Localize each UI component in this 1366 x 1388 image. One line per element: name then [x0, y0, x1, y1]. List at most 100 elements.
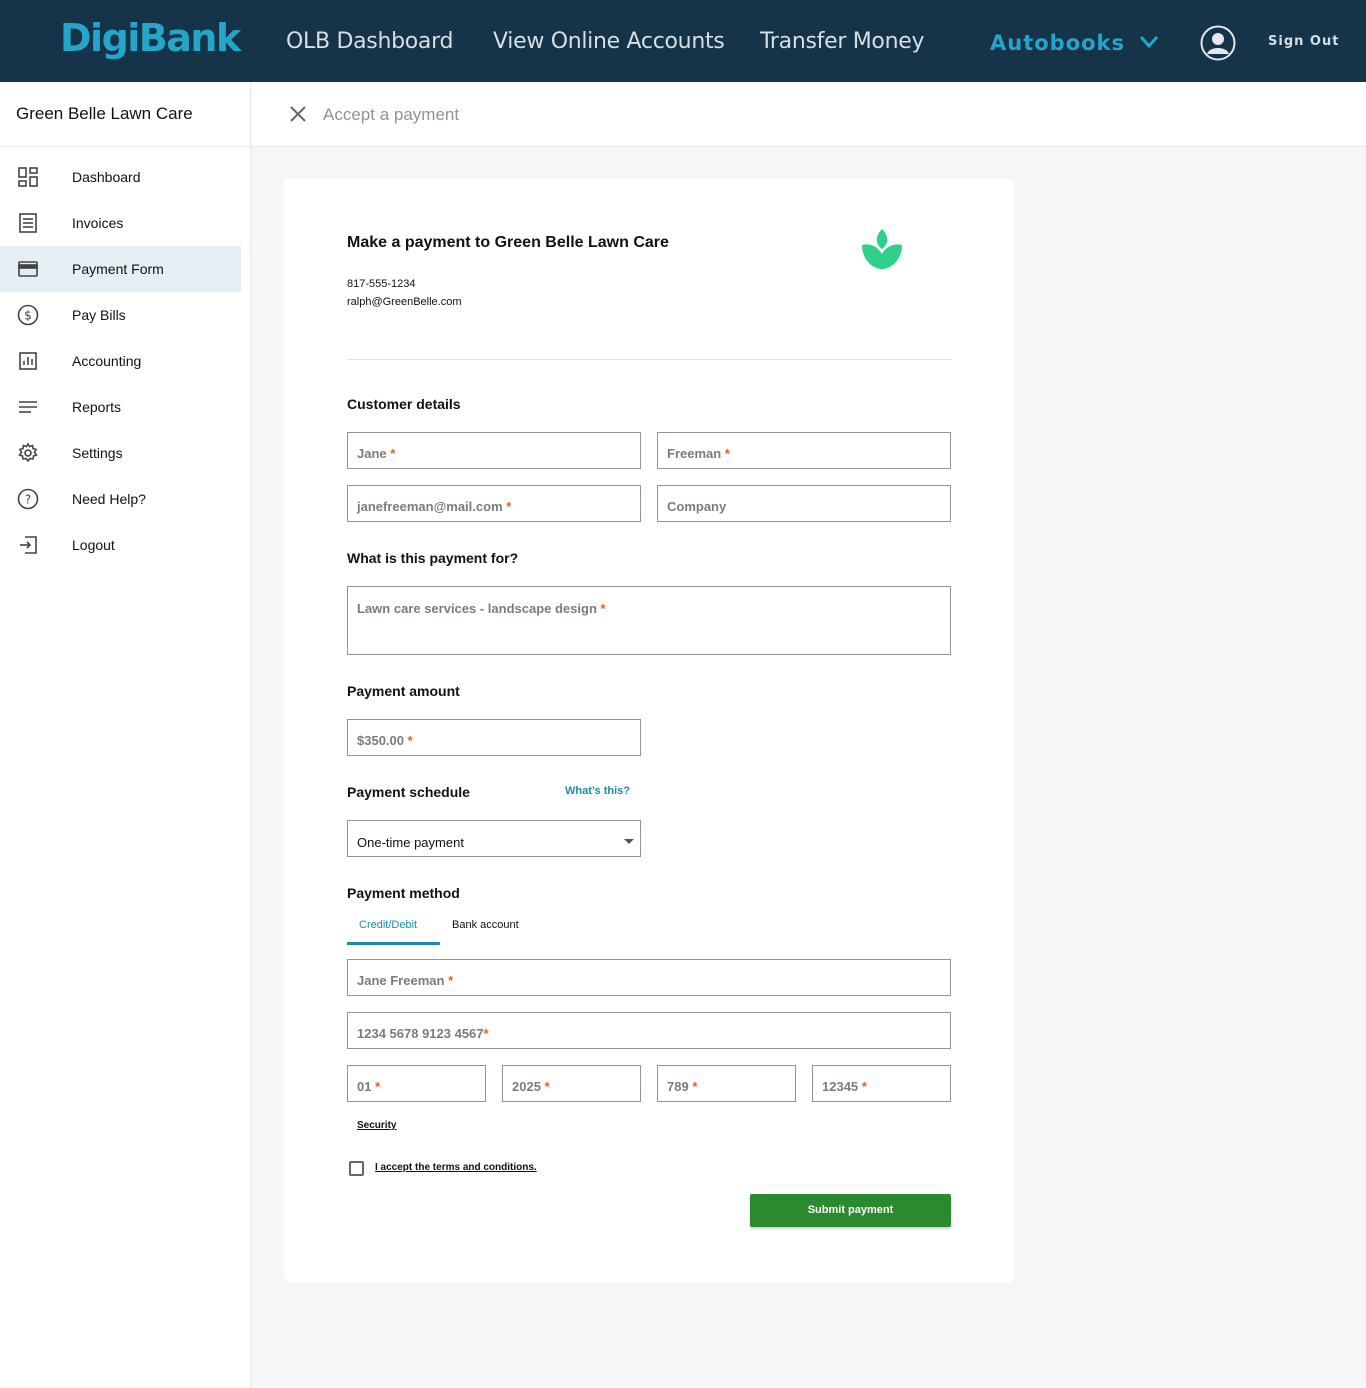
cvv-value: 789	[667, 1079, 689, 1094]
required-mark: *	[390, 446, 396, 461]
form-title: Make a payment to Green Belle Lawn Care	[347, 234, 669, 251]
tab-credit-debit[interactable]: Credit/Debit	[359, 919, 417, 931]
required-mark: *	[375, 1079, 381, 1094]
tab-bank-account[interactable]: Bank account	[452, 919, 519, 931]
payment-form-card: Make a payment to Green Belle Lawn Care …	[284, 179, 1014, 1282]
required-mark: *	[483, 1026, 489, 1041]
cardholder-name-field[interactable]: Jane Freeman *	[347, 959, 951, 996]
sidebar-item-label: Reports	[72, 399, 122, 415]
nav-view-online-accounts[interactable]: View Online Accounts	[493, 29, 725, 54]
required-mark: *	[861, 1079, 867, 1094]
sidebar-item-logout[interactable]: Logout	[0, 522, 241, 568]
sidebar-item-label: Accounting	[72, 353, 142, 369]
last-name-value: Freeman	[667, 446, 722, 461]
payment-schedule-heading: Payment schedule	[347, 784, 470, 800]
business-phone: 817-555-1234	[347, 278, 416, 290]
page-header: Accept a payment	[252, 82, 1366, 147]
sidebar-item-label: Invoices	[72, 215, 124, 231]
cvv-field[interactable]: 789 *	[657, 1065, 796, 1102]
credit-card-icon	[18, 261, 38, 277]
zip-value: 12345	[822, 1079, 859, 1094]
zip-field[interactable]: 12345 *	[812, 1065, 951, 1102]
card-number-value: 1234 5678 9123 4567	[357, 1026, 484, 1041]
submit-payment-button[interactable]: Submit payment	[750, 1194, 951, 1227]
payment-purpose-textarea[interactable]: Lawn care services - landscape design *	[347, 586, 951, 655]
sidebar-item-label: Logout	[72, 537, 115, 553]
payment-amount-heading: Payment amount	[347, 683, 460, 699]
sidebar-item-pay-bills[interactable]: $ Pay Bills	[0, 292, 241, 338]
business-name: Green Belle Lawn Care	[16, 104, 193, 123]
nav-transfer-money[interactable]: Transfer Money	[760, 29, 925, 54]
required-mark: *	[692, 1079, 698, 1094]
whats-this-link[interactable]: What’s this?	[565, 785, 630, 797]
lines-icon	[19, 401, 37, 413]
sidebar-item-accounting[interactable]: Accounting	[0, 338, 241, 384]
customer-details-heading: Customer details	[347, 396, 461, 412]
dollar-circle-icon: $	[17, 304, 39, 326]
sidebar-item-need-help[interactable]: ? Need Help?	[0, 476, 241, 522]
help-icon: ?	[17, 488, 39, 510]
terms-link[interactable]: I accept the terms and conditions.	[375, 1162, 537, 1173]
email-field[interactable]: janefreeman@mail.com *	[347, 485, 641, 522]
sidebar-item-invoices[interactable]: Invoices	[0, 200, 241, 246]
exp-year-field[interactable]: 2025 *	[502, 1065, 641, 1102]
sign-out-link[interactable]: Sign Out	[1268, 34, 1339, 49]
required-mark: *	[600, 601, 606, 616]
nav-autobooks[interactable]: Autobooks	[990, 31, 1125, 55]
svg-text:$: $	[24, 309, 32, 323]
svg-text:?: ?	[25, 493, 31, 507]
first-name-value: Jane	[357, 446, 387, 461]
divider	[347, 359, 951, 360]
sidebar-item-settings[interactable]: Settings	[0, 430, 241, 476]
last-name-field[interactable]: Freeman *	[657, 432, 951, 469]
chevron-down-icon[interactable]	[1138, 31, 1160, 53]
exp-year-value: 2025	[512, 1079, 541, 1094]
dashboard-icon	[18, 167, 38, 187]
digibank-logo[interactable]: DigiBank	[60, 16, 241, 60]
active-tab-indicator	[347, 942, 440, 945]
top-navigation-bar: DigiBank OLB Dashboard View Online Accou…	[0, 0, 1366, 82]
page-title: Accept a payment	[323, 105, 460, 124]
logout-icon	[20, 536, 37, 554]
required-mark: *	[724, 446, 730, 461]
terms-checkbox[interactable]	[349, 1161, 364, 1176]
sidebar-item-label: Need Help?	[72, 491, 146, 507]
business-email: ralph@GreenBelle.com	[347, 296, 462, 308]
company-placeholder: Company	[667, 499, 727, 514]
sidebar-item-reports[interactable]: Reports	[0, 384, 241, 430]
required-mark: *	[506, 499, 512, 514]
schedule-value: One-time payment	[357, 835, 464, 850]
leaf-logo-icon	[862, 229, 902, 269]
sidebar-item-label: Payment Form	[72, 261, 164, 277]
nav-olb-dashboard[interactable]: OLB Dashboard	[286, 29, 453, 54]
bar-chart-icon	[19, 352, 37, 370]
sidebar-divider	[0, 146, 251, 147]
sidebar-item-payment-form[interactable]: Payment Form	[0, 246, 241, 292]
payment-method-heading: Payment method	[347, 885, 460, 901]
amount-value: $350.00	[357, 733, 404, 748]
sidebar-item-label: Dashboard	[72, 169, 141, 185]
dropdown-caret-icon	[624, 839, 634, 844]
payment-amount-field[interactable]: $350.00 *	[347, 719, 641, 756]
required-mark: *	[544, 1079, 550, 1094]
gear-icon	[18, 442, 38, 463]
exp-month-field[interactable]: 01 *	[347, 1065, 486, 1102]
required-mark: *	[448, 973, 454, 988]
card-number-field[interactable]: 1234 5678 9123 4567*	[347, 1012, 951, 1049]
sidebar-item-label: Settings	[72, 445, 123, 461]
sidebar-item-label: Pay Bills	[72, 307, 126, 323]
security-link[interactable]: Security	[357, 1120, 396, 1131]
payment-schedule-select[interactable]: One-time payment	[347, 820, 641, 857]
payment-purpose-heading: What is this payment for?	[347, 550, 519, 566]
user-avatar-icon[interactable]	[1200, 25, 1236, 61]
first-name-field[interactable]: Jane *	[347, 432, 641, 469]
close-icon[interactable]	[288, 104, 308, 124]
sidebar-item-dashboard[interactable]: Dashboard	[0, 154, 241, 200]
exp-month-value: 01	[357, 1079, 372, 1094]
sidebar: Green Belle Lawn Care Dashboard Invoices…	[0, 82, 251, 1388]
required-mark: *	[407, 733, 413, 748]
purpose-value: Lawn care services - landscape design	[357, 601, 597, 616]
company-field[interactable]: Company	[657, 485, 951, 522]
invoice-icon	[19, 213, 37, 233]
email-value: janefreeman@mail.com	[357, 499, 503, 514]
